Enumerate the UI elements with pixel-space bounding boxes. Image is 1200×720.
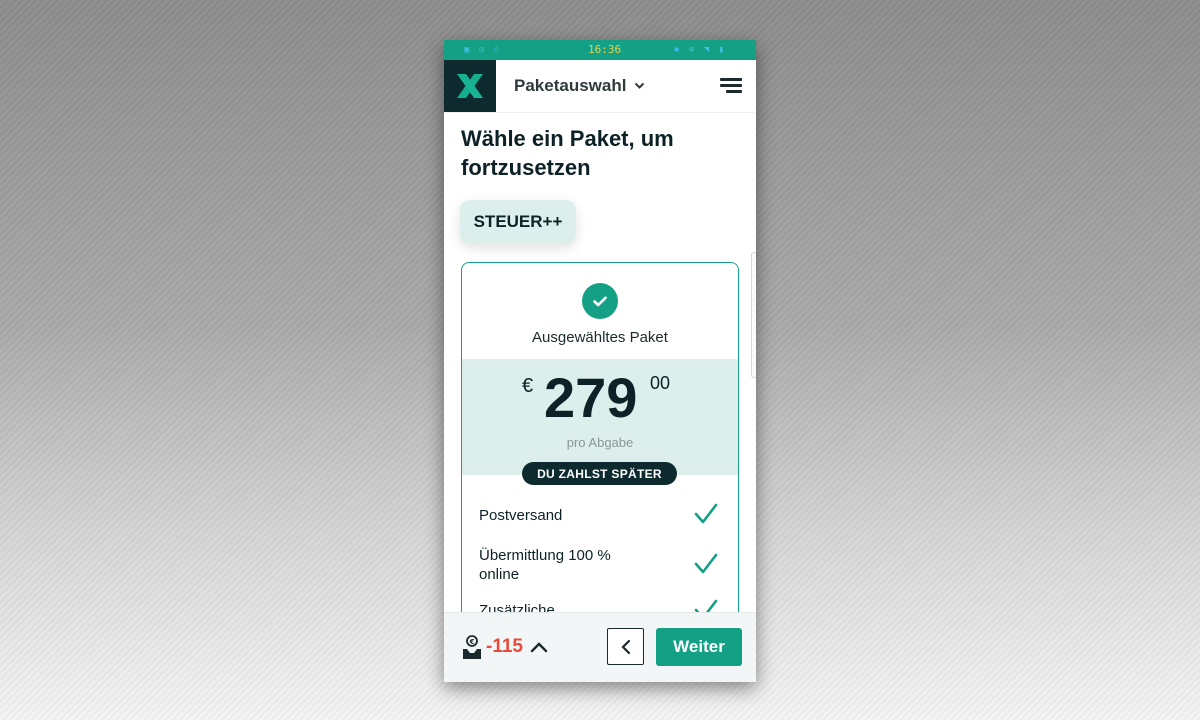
chevron-up-icon[interactable] [530,641,548,653]
scroll-indicator[interactable] [751,252,756,378]
feature-label: Zusätzliche [479,602,555,612]
package-card[interactable]: Ausgewähltes Paket € 279 00 pro Abgabe D… [461,262,739,612]
price-cents: 00 [650,373,671,393]
price-box: € 279 00 pro Abgabe DU ZAHLST SPÄTER [462,359,738,485]
page-title: Wähle ein Paket, um fortzusetzen [461,126,674,180]
chevron-down-icon [635,82,645,89]
checkmark-icon [694,503,718,524]
check-circle-icon [582,283,618,319]
x-logo-icon[interactable] [444,60,496,112]
phone-screen: ▣ ◎ ⌂ 16:36 ✱ ⊕ ◥ ▮ Paketauswahl Wähle e… [444,40,756,682]
hand-euro-icon: € [463,635,481,659]
next-button[interactable]: Weiter [656,628,742,666]
status-right-icons: ✱ ⊕ ◥ ▮ [674,45,726,55]
main-content: Wähle ein Paket, um fortzusetzen STEUER+… [444,112,756,612]
price-note: pro Abgabe [566,435,634,450]
package-selection-dropdown[interactable]: Paketauswahl [514,76,645,96]
pay-later-badge: DU ZAHLST SPÄTER [522,462,677,485]
feature-label: Übermittlung 100 % online [479,547,611,583]
refund-amount: -115 [486,636,523,657]
package-tab-steuer-plus[interactable]: STEUER++ [460,200,576,244]
feature-label: Postversand [479,507,563,524]
checkmark-icon [694,599,718,612]
back-button[interactable] [607,628,644,665]
price-amount: 279 [544,366,638,429]
status-time: 16:36 [588,43,622,56]
status-bar: ▣ ◎ ⌂ 16:36 ✱ ⊕ ◥ ▮ [444,40,756,60]
selected-package-label: Ausgewähltes Paket [532,329,668,346]
hamburger-menu-icon[interactable] [720,78,742,94]
status-left-icons: ▣ ◎ ⌂ [464,45,502,55]
nav-title-label: Paketauswahl [514,76,627,95]
app-header: Paketauswahl [444,60,756,113]
checkmark-icon [694,553,718,574]
svg-text:€: € [469,638,475,646]
price-currency: € [522,375,534,397]
bottom-bar: € -115 Weiter [444,612,756,682]
chevron-left-icon [620,639,630,654]
